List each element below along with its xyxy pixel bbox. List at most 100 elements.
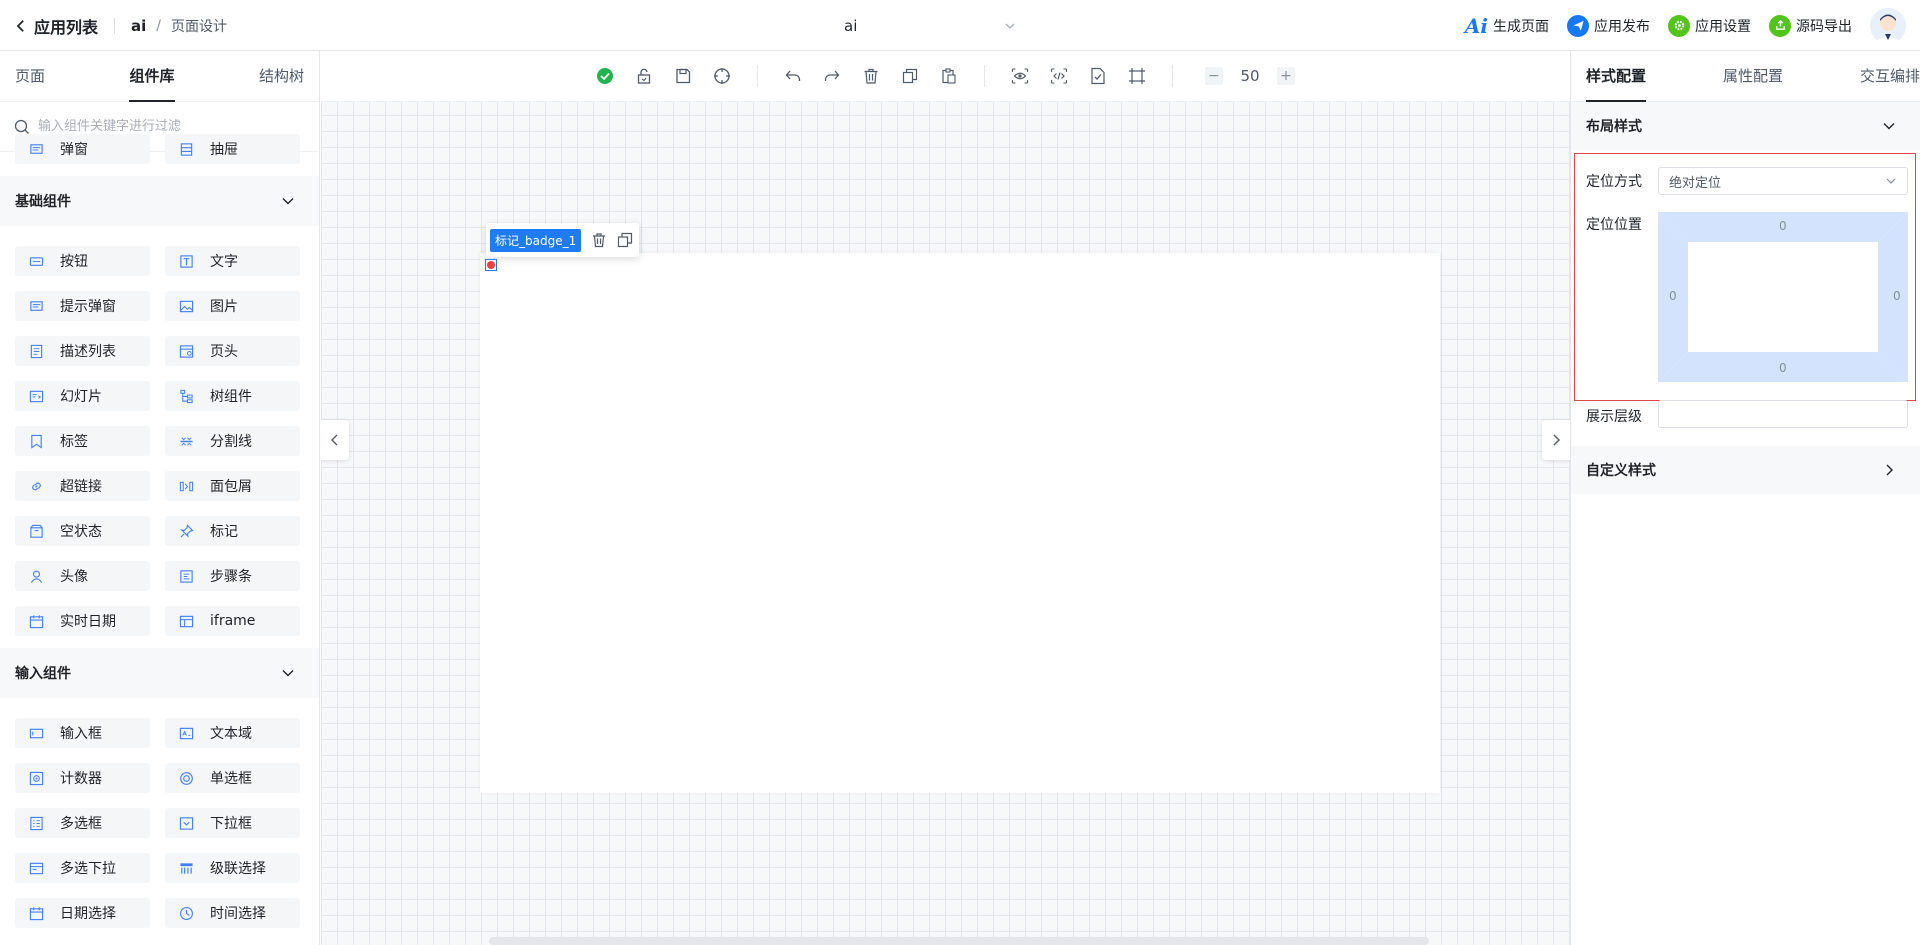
user-avatar[interactable] [1870,7,1906,44]
validate-button[interactable] [596,67,614,85]
save-button[interactable] [674,67,692,85]
selection-toolbar: 标记_badge_1 [486,223,640,257]
component-cascader[interactable]: 级联选择 [165,853,300,883]
delete-button[interactable] [862,67,880,85]
chevron-down-icon [1886,178,1896,184]
crop-button[interactable] [1128,67,1146,85]
component-button[interactable]: 按钮 [15,246,150,276]
preview-button[interactable] [1011,67,1029,85]
unlock-button[interactable] [635,67,653,85]
component-select[interactable]: 下拉框 [165,808,300,838]
component-iframe[interactable]: iframe [165,606,300,636]
component-text[interactable]: 文字 [165,246,300,276]
save-icon [676,68,691,84]
component-page-header[interactable]: 页头 [165,336,300,366]
tab-pages[interactable]: 页面 [15,51,45,102]
multi-select-icon [29,862,44,874]
check-file-button[interactable] [1089,67,1107,85]
component-panel: 页面 组件库 结构树 弹窗 抽屉 基础组件 按钮 文字提示弹窗 图片描述列表 页头幻灯… [0,51,320,945]
position-top-value[interactable]: 0 [1779,219,1787,233]
component-date-picker[interactable]: 日期选择 [15,898,150,928]
export-source-label: 源码导出 [1796,18,1852,35]
component-carousel[interactable]: 幻灯片 [15,381,150,411]
component-link[interactable]: 超链接 [15,471,150,501]
component-image[interactable]: 图片 [165,291,300,321]
component-modal[interactable]: 弹窗 [15,134,150,164]
locate-button[interactable] [713,67,731,85]
component-textarea[interactable]: 文本域 [165,718,300,748]
page-header-icon [179,344,194,358]
component-checkbox[interactable]: 多选框 [15,808,150,838]
component-label: 文字 [210,254,238,270]
position-editor: 0 0 0 0 [1658,212,1908,382]
position-bottom-value[interactable]: 0 [1779,361,1787,375]
generate-page-button[interactable]: Ai 生成页面 [1465,14,1549,38]
zoom-in-button[interactable]: + [1277,67,1295,85]
component-label: 单选框 [210,771,252,787]
component-avatar[interactable]: 头像 [15,561,150,591]
section-custom-style[interactable]: 自定义样式 [1571,446,1920,494]
code-button[interactable] [1050,67,1068,85]
design-canvas[interactable]: − 50 + 标记_badge_1 [321,51,1570,945]
position-left-value[interactable]: 0 [1669,289,1677,303]
paste-button[interactable] [940,67,958,85]
badge-component[interactable] [485,259,497,271]
breadcrumb-app[interactable]: ai [131,17,146,35]
component-calendar[interactable]: 实时日期 [15,606,150,636]
export-source-button[interactable]: 源码导出 [1769,14,1852,37]
section-layout-style[interactable]: 布局样式 [1571,102,1920,150]
app-selector-value: ai [844,16,858,35]
component-empty[interactable]: 空状态 [15,516,150,546]
component-description-list[interactable]: 描述列表 [15,336,150,366]
component-input[interactable]: 输入框 [15,718,150,748]
zoom-out-button[interactable]: − [1205,67,1223,85]
publish-app-button[interactable]: 应用发布 [1567,14,1650,37]
section-basic-components[interactable]: 基础组件 [0,176,319,226]
component-time-picker[interactable]: 时间选择 [165,898,300,928]
component-breadcrumb[interactable]: 面包屑 [165,471,300,501]
eye-icon [1011,68,1029,84]
section-title: 输入组件 [15,666,71,682]
page-frame[interactable] [480,253,1440,793]
tab-structure-tree[interactable]: 结构树 [259,51,304,102]
tab-style-config[interactable]: 样式配置 [1586,51,1647,102]
chevron-right-icon [1886,464,1893,476]
copy-icon[interactable] [617,232,633,248]
component-tag[interactable]: 标签 [15,426,150,456]
search-icon [14,119,29,134]
component-label: 输入框 [60,726,102,742]
horizontal-scrollbar[interactable] [489,937,1429,945]
position-mode-select[interactable]: 绝对定位 [1658,167,1908,195]
tab-property-config[interactable]: 属性配置 [1723,51,1783,102]
component-search-input[interactable] [38,119,298,134]
component-steps[interactable]: 步骤条 [165,561,300,591]
select-icon [179,816,194,830]
section-input-components[interactable]: 输入组件 [0,648,319,698]
component-radio[interactable]: 单选框 [165,763,300,793]
copy-button[interactable] [901,67,919,85]
z-index-input[interactable] [1658,400,1908,428]
component-label: 文本域 [210,726,252,742]
component-label: 提示弹窗 [60,299,116,315]
trash-icon[interactable] [591,232,607,248]
component-tree[interactable]: 树组件 [165,381,300,411]
position-right-value[interactable]: 0 [1893,289,1901,303]
component-drawer[interactable]: 抽屉 [165,134,300,164]
tab-interaction[interactable]: 交互编排 [1860,51,1920,102]
component-toast[interactable]: 提示弹窗 [15,291,150,321]
back-to-app-list-button[interactable]: 应用列表 [14,14,98,38]
component-divider[interactable]: 分割线 [165,426,300,456]
component-multi-select[interactable]: 多选下拉 [15,853,150,883]
component-pin[interactable]: 标记 [165,516,300,546]
check-circle-icon [597,68,613,84]
component-label: 分割线 [210,434,252,450]
tab-component-library[interactable]: 组件库 [129,51,175,102]
file-check-icon [1091,67,1105,85]
app-settings-button[interactable]: 应用设置 [1668,14,1751,37]
redo-button[interactable] [823,67,841,85]
component-counter[interactable]: 计数器 [15,763,150,793]
app-selector[interactable]: ai [842,0,1022,51]
collapse-right-panel-button[interactable] [1542,420,1570,460]
undo-button[interactable] [784,67,802,85]
collapse-left-panel-button[interactable] [321,420,349,460]
